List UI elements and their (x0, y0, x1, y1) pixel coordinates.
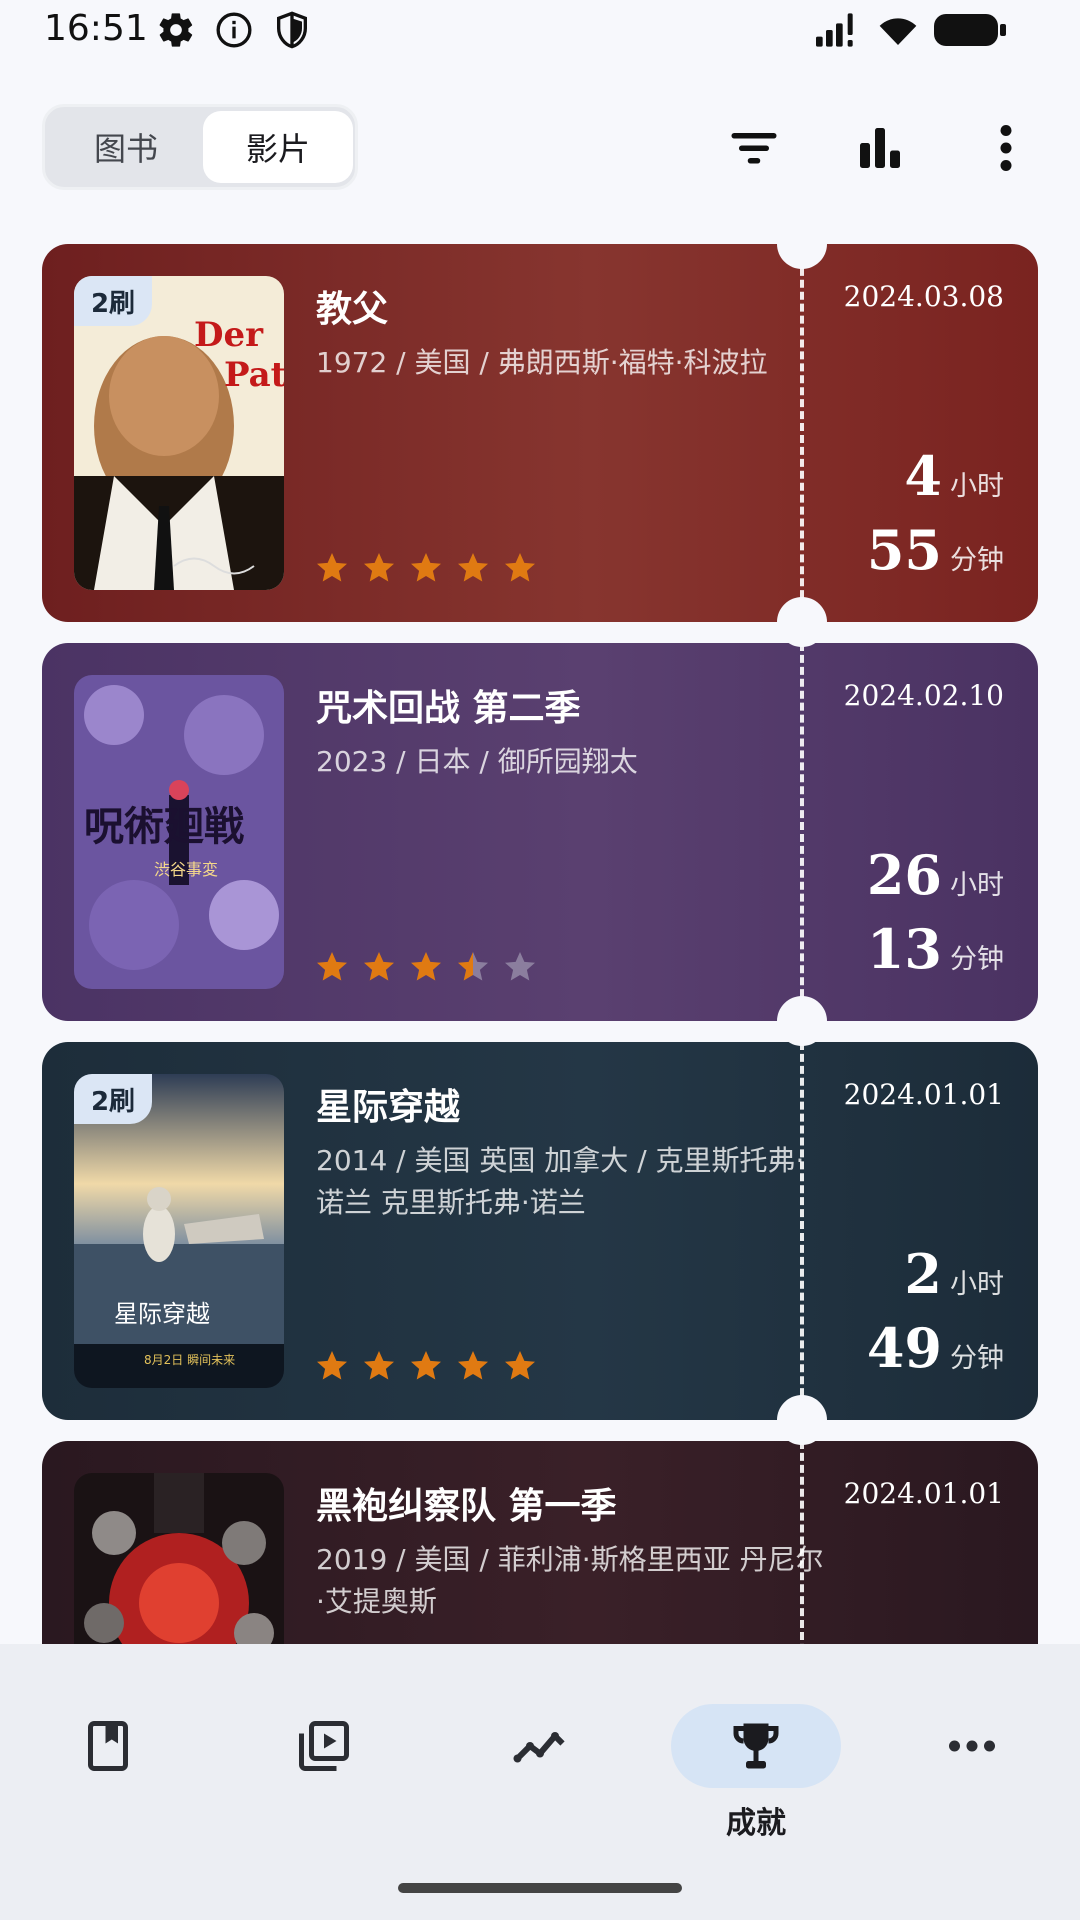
watch-date: 2024.03.08 (843, 280, 1004, 313)
star-icon (408, 949, 444, 985)
filter-icon[interactable] (724, 118, 784, 178)
info-icon (214, 10, 254, 50)
bottom-navigation: 成就 (0, 1644, 1080, 1920)
duration-hours: 26 小时 (867, 843, 1004, 907)
trophy-icon (726, 1716, 786, 1776)
star-icon (408, 550, 444, 586)
nav-trends[interactable] (455, 1674, 625, 1814)
film-title: 教父 (316, 289, 389, 330)
star-icon (361, 1348, 397, 1384)
star-icon (361, 550, 397, 586)
star-icon (361, 949, 397, 985)
hours-unit: 小时 (950, 471, 1004, 502)
duration-hours: 2 小时 (904, 1242, 1004, 1306)
star-icon (455, 949, 491, 985)
film-title: 黑袍纠察队 第一季 (316, 1486, 617, 1527)
minutes-value: 55 (866, 518, 942, 582)
film-list: Der Pate 2刷 教父 1972 / 美国 / 弗朗西斯·福特·科波拉 2… (0, 240, 1080, 1644)
ticket-divider (800, 1441, 804, 1644)
hours-unit: 小时 (950, 1269, 1004, 1300)
svg-text:Pate: Pate (224, 355, 284, 395)
svg-text:Der: Der (194, 315, 264, 355)
svg-text:星际穿越: 星际穿越 (114, 1300, 210, 1328)
duration-hours: 4 小时 (904, 444, 1004, 508)
ticket-divider (800, 244, 804, 622)
ticket-notch (777, 1395, 827, 1445)
star-icon (502, 550, 538, 586)
status-time: 16:51 (44, 8, 148, 49)
film-title: 咒术回战 第二季 (316, 688, 581, 729)
battery-icon (934, 10, 1006, 50)
rating-stars (314, 949, 538, 989)
rewatch-badge: 2刷 (74, 1074, 152, 1124)
duration-minutes: 55 分钟 (867, 518, 1004, 582)
nav-more[interactable] (887, 1674, 1057, 1814)
film-card[interactable]: Der Pate 2刷 教父 1972 / 美国 / 弗朗西斯·福特·科波拉 2… (42, 244, 1038, 622)
nav-achievements[interactable]: 成就 (671, 1674, 841, 1841)
hours-unit: 小时 (950, 870, 1004, 901)
star-icon (314, 550, 350, 586)
bar-chart-icon[interactable] (850, 118, 910, 178)
minutes-value: 13 (866, 917, 942, 981)
nav-videos[interactable] (239, 1674, 409, 1814)
hours-value: 4 (904, 444, 942, 508)
svg-text:8月2日 瞬间未来: 8月2日 瞬间未来 (144, 1353, 235, 1367)
home-indicator[interactable] (398, 1883, 682, 1893)
poster-image: 呪術廻戦 渋谷事変 (74, 675, 284, 989)
svg-text:呪術廻戦: 呪術廻戦 (84, 803, 244, 850)
more-horiz-icon (942, 1716, 1002, 1776)
watch-date: 2024.01.01 (843, 1477, 1004, 1510)
film-meta: 1972 / 美国 / 弗朗西斯·福特·科波拉 (316, 346, 768, 379)
ticket-notch (777, 996, 827, 1046)
film-meta: 2014 / 美国 英国 加拿大 / 克里斯托弗·诺兰 克里斯托弗·诺兰 (316, 1144, 805, 1219)
ticket-notch (777, 597, 827, 647)
status-bar: 16:51 (0, 0, 1080, 64)
nav-books[interactable] (23, 1674, 193, 1814)
film-meta: 2019 / 美国 / 菲利浦·斯格里西亚 丹尼尔·艾提奥斯 (316, 1543, 824, 1618)
film-card[interactable]: 呪術廻戦 渋谷事変 咒术回战 第二季 2023 / 日本 / 御所园翔太 202… (42, 643, 1038, 1021)
shield-icon (272, 10, 312, 50)
film-meta: 2023 / 日本 / 御所园翔太 (316, 745, 638, 778)
poster-image (74, 1473, 284, 1644)
film-title: 星际穿越 (316, 1087, 461, 1128)
ticket-divider (800, 1042, 804, 1420)
rewatch-badge: 2刷 (74, 276, 152, 326)
watch-date: 2024.02.10 (843, 679, 1004, 712)
rating-stars (314, 550, 538, 590)
svg-text:渋谷事変: 渋谷事変 (154, 860, 218, 879)
wifi-icon (874, 10, 922, 50)
ticket-divider (800, 643, 804, 1021)
star-icon (455, 1348, 491, 1384)
minutes-unit: 分钟 (950, 545, 1004, 576)
watch-date: 2024.01.01 (843, 1078, 1004, 1111)
hours-value: 2 (904, 1242, 942, 1306)
star-icon (314, 949, 350, 985)
film-card[interactable]: 星际穿越 8月2日 瞬间未来 2刷 星际穿越 2014 / 美国 英国 加拿大 … (42, 1042, 1038, 1420)
gear-icon (156, 10, 196, 50)
video-library-icon (294, 1716, 354, 1776)
duration-minutes: 49 分钟 (867, 1316, 1004, 1380)
film-card[interactable]: 黑袍纠察队 第一季 2019 / 美国 / 菲利浦·斯格里西亚 丹尼尔·艾提奥斯… (42, 1441, 1038, 1644)
segment-books[interactable]: 图书 (51, 111, 201, 183)
duration-minutes: 13 分钟 (867, 917, 1004, 981)
signal-icon (812, 10, 860, 50)
star-icon (502, 949, 538, 985)
segment-films[interactable]: 影片 (203, 111, 353, 183)
nav-label-achievements: 成就 (726, 1806, 786, 1841)
star-icon (408, 1348, 444, 1384)
star-icon (502, 1348, 538, 1384)
star-icon (455, 550, 491, 586)
minutes-unit: 分钟 (950, 944, 1004, 975)
more-vert-icon[interactable] (976, 118, 1036, 178)
book-icon (78, 1716, 138, 1776)
media-type-switch: 图书 影片 (42, 104, 358, 190)
trend-icon (510, 1716, 570, 1776)
star-icon (314, 1348, 350, 1384)
rating-stars (314, 1348, 538, 1388)
hours-value: 26 (866, 843, 942, 907)
minutes-value: 49 (866, 1316, 942, 1380)
minutes-unit: 分钟 (950, 1343, 1004, 1374)
